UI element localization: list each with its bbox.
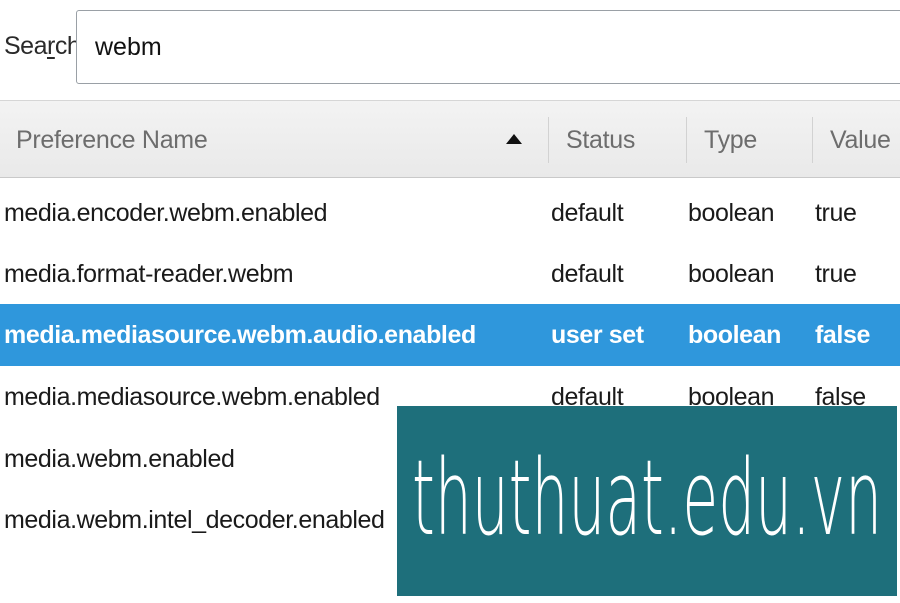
- column-divider[interactable]: [548, 117, 549, 163]
- watermark-text: thuthuat.edu.vn: [412, 437, 882, 559]
- column-header-type[interactable]: Type: [704, 101, 757, 179]
- type-cell: boolean: [688, 199, 775, 227]
- preference-name-cell: media.webm.enabled: [4, 445, 235, 473]
- search-label: Search:: [4, 32, 87, 60]
- column-header-preference-name[interactable]: Preference Name: [16, 101, 208, 179]
- type-cell: boolean: [688, 321, 782, 349]
- status-cell: user set: [551, 321, 644, 349]
- value-cell: true: [815, 260, 857, 288]
- column-divider[interactable]: [812, 117, 813, 163]
- status-cell: default: [551, 260, 624, 288]
- sort-ascending-icon[interactable]: [506, 134, 522, 144]
- column-header-value[interactable]: Value: [830, 101, 891, 179]
- column-header-row: Preference Name Status Type Value: [0, 100, 900, 178]
- type-cell: boolean: [688, 260, 775, 288]
- value-cell: true: [815, 199, 857, 227]
- status-cell: default: [551, 199, 624, 227]
- table-row-selected[interactable]: media.mediasource.webm.audio.enabled use…: [0, 304, 900, 366]
- preference-name-cell: media.encoder.webm.enabled: [4, 199, 328, 227]
- value-cell: false: [815, 321, 870, 349]
- preference-name-cell: media.mediasource.webm.enabled: [4, 383, 380, 411]
- preference-name-cell: media.webm.intel_decoder.enabled: [4, 506, 385, 534]
- column-header-status[interactable]: Status: [566, 101, 635, 179]
- search-input[interactable]: webm: [76, 10, 900, 84]
- preference-name-cell: media.format-reader.webm: [4, 260, 294, 288]
- table-row[interactable]: media.format-reader.webm default boolean…: [0, 243, 900, 305]
- search-input-value[interactable]: webm: [95, 33, 162, 62]
- table-row[interactable]: media.encoder.webm.enabled default boole…: [0, 182, 900, 244]
- column-divider[interactable]: [686, 117, 687, 163]
- preference-name-cell: media.mediasource.webm.audio.enabled: [4, 321, 476, 349]
- watermark-text-graphic: thuthuat.edu.vn: [412, 437, 882, 559]
- watermark-logo: thuthuat.edu.vn: [397, 406, 897, 596]
- search-bar: Search: webm: [0, 0, 900, 100]
